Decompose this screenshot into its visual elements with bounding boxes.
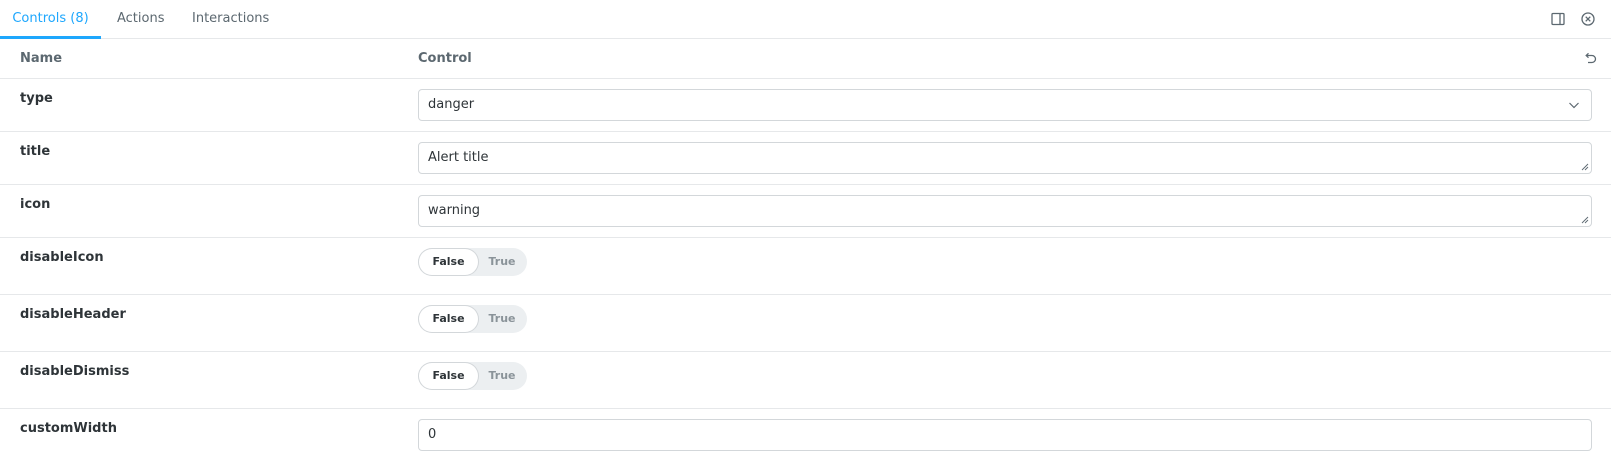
select-value: danger bbox=[428, 97, 475, 112]
column-header-control: Control bbox=[418, 51, 472, 66]
resize-handle-icon[interactable] bbox=[1581, 216, 1589, 224]
number-value: 0 bbox=[428, 427, 437, 442]
undo-icon[interactable] bbox=[1582, 51, 1598, 67]
control-row-customWidth: customWidth 0 bbox=[0, 409, 1611, 462]
disableHeader-boolean-toggle[interactable]: False True bbox=[418, 305, 527, 333]
control-row-icon: icon warning bbox=[0, 185, 1611, 238]
control-label: disableDismiss bbox=[20, 364, 130, 379]
title-textarea[interactable]: Alert title bbox=[418, 142, 1592, 174]
controls-table-header: Name Control bbox=[0, 39, 1611, 79]
textarea-value: warning bbox=[428, 203, 481, 218]
icon-textarea[interactable]: warning bbox=[418, 195, 1592, 227]
control-row-disableDismiss: disableDismiss False True bbox=[0, 352, 1611, 409]
control-row-type: type danger bbox=[0, 79, 1611, 132]
control-label: disableHeader bbox=[20, 307, 126, 322]
toggle-false-option[interactable]: False bbox=[419, 363, 478, 389]
control-row-title: title Alert title bbox=[0, 132, 1611, 185]
toggle-true-option[interactable]: True bbox=[478, 249, 526, 275]
panel-toggle-icon[interactable] bbox=[1550, 11, 1566, 27]
control-row-disableHeader: disableHeader False True bbox=[0, 295, 1611, 352]
tab-controls[interactable]: Controls (8) bbox=[0, 0, 101, 39]
control-row-disableIcon: disableIcon False True bbox=[0, 238, 1611, 295]
addon-tab-bar: Controls (8) Actions Interactions bbox=[0, 0, 1611, 39]
toggle-false-option[interactable]: False bbox=[419, 306, 478, 332]
column-header-name: Name bbox=[20, 51, 63, 66]
toggle-true-option[interactable]: True bbox=[478, 306, 526, 332]
resize-handle-icon[interactable] bbox=[1581, 163, 1589, 171]
customWidth-number-input[interactable]: 0 bbox=[418, 419, 1592, 451]
toggle-true-option[interactable]: True bbox=[478, 363, 526, 389]
control-label: icon bbox=[20, 197, 51, 212]
toggle-false-option[interactable]: False bbox=[419, 249, 478, 275]
disableDismiss-boolean-toggle[interactable]: False True bbox=[418, 362, 527, 390]
chevron-down-icon bbox=[1569, 102, 1579, 109]
textarea-value: Alert title bbox=[428, 150, 489, 165]
tab-interactions[interactable]: Interactions bbox=[192, 0, 269, 39]
tab-actions[interactable]: Actions bbox=[117, 0, 165, 39]
control-label: customWidth bbox=[20, 421, 117, 436]
disableIcon-boolean-toggle[interactable]: False True bbox=[418, 248, 527, 276]
type-select[interactable]: danger bbox=[418, 89, 1592, 121]
control-label: title bbox=[20, 144, 51, 159]
close-circle-icon[interactable] bbox=[1580, 11, 1596, 27]
control-label: type bbox=[20, 91, 53, 106]
control-label: disableIcon bbox=[20, 250, 104, 265]
